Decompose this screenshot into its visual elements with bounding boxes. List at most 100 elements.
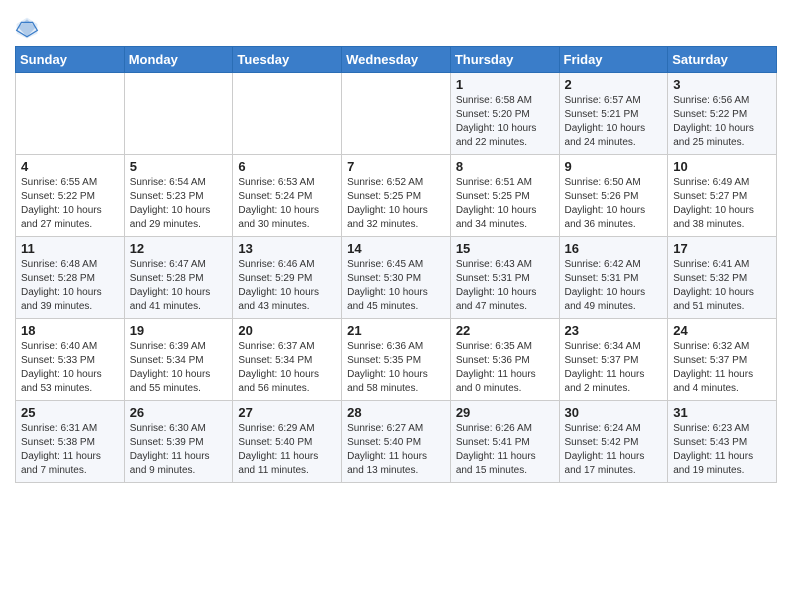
day-header-friday: Friday (559, 47, 668, 73)
day-number: 20 (238, 323, 336, 338)
logo (15, 16, 43, 40)
day-header-thursday: Thursday (450, 47, 559, 73)
day-cell: 12Sunrise: 6:47 AM Sunset: 5:28 PM Dayli… (124, 237, 233, 319)
week-row-2: 4Sunrise: 6:55 AM Sunset: 5:22 PM Daylig… (16, 155, 777, 237)
day-cell: 25Sunrise: 6:31 AM Sunset: 5:38 PM Dayli… (16, 401, 125, 483)
day-info: Sunrise: 6:32 AM Sunset: 5:37 PM Dayligh… (673, 340, 771, 396)
day-cell: 19 Sunrise: 6:39 AM Sunset: 5:34 PM Dayli… (124, 319, 233, 401)
day-number: 4 (21, 159, 119, 174)
day-info: Sunrise: 6:50 AM Sunset: 5:26 PM Dayligh… (565, 176, 663, 232)
day-cell: 18 Sunrise: 6:40 AM Sunset: 5:33 PM Dayli… (16, 319, 125, 401)
day-cell: 29 Sunrise: 6:26 AM Sunset: 5:41 PM Dayli… (450, 401, 559, 483)
day-number: 29 (456, 405, 554, 420)
day-number: 19 (130, 323, 228, 338)
day-info: Sunrise: 6:54 AM Sunset: 5:23 PM Dayligh… (130, 176, 228, 232)
day-number: 8 (456, 159, 554, 174)
day-header-saturday: Saturday (668, 47, 777, 73)
day-info: Sunrise: 6:23 AM Sunset: 5:43 PM Dayligh… (673, 422, 771, 478)
day-number: 22 (456, 323, 554, 338)
day-info: Sunrise: 6:31 AM Sunset: 5:38 PM Dayligh… (21, 422, 119, 478)
day-info: Sunrise: 6:29 AM Sunset: 5:40 PM Dayligh… (238, 422, 336, 478)
day-info: Sunrise: 6:36 AM Sunset: 5:35 PM Dayligh… (347, 340, 445, 396)
day-number: 17 (673, 241, 771, 256)
day-cell: 16 Sunrise: 6:42 AM Sunset: 5:31 PM Dayli… (559, 237, 668, 319)
week-row-3: 11Sunrise: 6:48 AM Sunset: 5:28 PM Dayli… (16, 237, 777, 319)
day-number: 30 (565, 405, 663, 420)
day-cell (342, 73, 451, 155)
day-cell: 26 Sunrise: 6:30 AM Sunset: 5:39 PM Dayli… (124, 401, 233, 483)
day-info: Sunrise: 6:27 AM Sunset: 5:40 PM Dayligh… (347, 422, 445, 478)
day-info: Sunrise: 6:43 AM Sunset: 5:31 PM Dayligh… (456, 258, 554, 314)
day-cell: 21 Sunrise: 6:36 AM Sunset: 5:35 PM Dayli… (342, 319, 451, 401)
day-info: Sunrise: 6:39 AM Sunset: 5:34 PM Dayligh… (130, 340, 228, 396)
day-number: 26 (130, 405, 228, 420)
day-number: 1 (456, 77, 554, 92)
day-info: Sunrise: 6:45 AM Sunset: 5:30 PM Dayligh… (347, 258, 445, 314)
day-info: Sunrise: 6:26 AM Sunset: 5:41 PM Dayligh… (456, 422, 554, 478)
day-cell: 13 Sunrise: 6:46 AM Sunset: 5:29 PM Dayli… (233, 237, 342, 319)
day-number: 9 (565, 159, 663, 174)
day-info: Sunrise: 6:35 AM Sunset: 5:36 PM Dayligh… (456, 340, 554, 396)
day-cell: 17 Sunrise: 6:41 AM Sunset: 5:32 PM Dayli… (668, 237, 777, 319)
day-cell: 6 Sunrise: 6:53 AM Sunset: 5:24 PM Daylig… (233, 155, 342, 237)
day-number: 10 (673, 159, 771, 174)
day-info: Sunrise: 6:56 AM Sunset: 5:22 PM Dayligh… (673, 94, 771, 150)
day-cell: 4Sunrise: 6:55 AM Sunset: 5:22 PM Daylig… (16, 155, 125, 237)
day-info: Sunrise: 6:46 AM Sunset: 5:29 PM Dayligh… (238, 258, 336, 314)
day-number: 28 (347, 405, 445, 420)
day-number: 31 (673, 405, 771, 420)
day-number: 27 (238, 405, 336, 420)
day-info: Sunrise: 6:42 AM Sunset: 5:31 PM Dayligh… (565, 258, 663, 314)
day-info: Sunrise: 6:52 AM Sunset: 5:25 PM Dayligh… (347, 176, 445, 232)
day-number: 13 (238, 241, 336, 256)
day-cell: 8Sunrise: 6:51 AM Sunset: 5:25 PM Daylig… (450, 155, 559, 237)
day-cell: 9 Sunrise: 6:50 AM Sunset: 5:26 PM Daylig… (559, 155, 668, 237)
week-row-5: 25Sunrise: 6:31 AM Sunset: 5:38 PM Dayli… (16, 401, 777, 483)
day-cell: 20 Sunrise: 6:37 AM Sunset: 5:34 PM Dayli… (233, 319, 342, 401)
day-info: Sunrise: 6:24 AM Sunset: 5:42 PM Dayligh… (565, 422, 663, 478)
day-number: 24 (673, 323, 771, 338)
day-cell: 27 Sunrise: 6:29 AM Sunset: 5:40 PM Dayli… (233, 401, 342, 483)
day-cell: 11Sunrise: 6:48 AM Sunset: 5:28 PM Dayli… (16, 237, 125, 319)
day-header-monday: Monday (124, 47, 233, 73)
day-info: Sunrise: 6:49 AM Sunset: 5:27 PM Dayligh… (673, 176, 771, 232)
day-header-wednesday: Wednesday (342, 47, 451, 73)
day-cell: 14 Sunrise: 6:45 AM Sunset: 5:30 PM Dayli… (342, 237, 451, 319)
day-cell: 7 Sunrise: 6:52 AM Sunset: 5:25 PM Daylig… (342, 155, 451, 237)
day-cell: 24 Sunrise: 6:32 AM Sunset: 5:37 PM Dayli… (668, 319, 777, 401)
day-info: Sunrise: 6:53 AM Sunset: 5:24 PM Dayligh… (238, 176, 336, 232)
day-header-sunday: Sunday (16, 47, 125, 73)
day-cell: 1Sunrise: 6:58 AM Sunset: 5:20 PM Daylig… (450, 73, 559, 155)
day-info: Sunrise: 6:41 AM Sunset: 5:32 PM Dayligh… (673, 258, 771, 314)
day-number: 16 (565, 241, 663, 256)
day-cell: 15Sunrise: 6:43 AM Sunset: 5:31 PM Dayli… (450, 237, 559, 319)
day-number: 23 (565, 323, 663, 338)
day-cell: 30 Sunrise: 6:24 AM Sunset: 5:42 PM Dayli… (559, 401, 668, 483)
day-info: Sunrise: 6:30 AM Sunset: 5:39 PM Dayligh… (130, 422, 228, 478)
day-info: Sunrise: 6:37 AM Sunset: 5:34 PM Dayligh… (238, 340, 336, 396)
day-info: Sunrise: 6:48 AM Sunset: 5:28 PM Dayligh… (21, 258, 119, 314)
calendar-body: 1Sunrise: 6:58 AM Sunset: 5:20 PM Daylig… (16, 73, 777, 483)
day-number: 14 (347, 241, 445, 256)
day-info: Sunrise: 6:57 AM Sunset: 5:21 PM Dayligh… (565, 94, 663, 150)
day-cell: 31 Sunrise: 6:23 AM Sunset: 5:43 PM Dayli… (668, 401, 777, 483)
day-info: Sunrise: 6:40 AM Sunset: 5:33 PM Dayligh… (21, 340, 119, 396)
day-number: 5 (130, 159, 228, 174)
day-info: Sunrise: 6:34 AM Sunset: 5:37 PM Dayligh… (565, 340, 663, 396)
day-number: 2 (565, 77, 663, 92)
day-cell: 5 Sunrise: 6:54 AM Sunset: 5:23 PM Daylig… (124, 155, 233, 237)
logo-icon (15, 16, 39, 40)
day-cell: 22 Sunrise: 6:35 AM Sunset: 5:36 PM Dayli… (450, 319, 559, 401)
day-cell (124, 73, 233, 155)
day-number: 18 (21, 323, 119, 338)
week-row-1: 1Sunrise: 6:58 AM Sunset: 5:20 PM Daylig… (16, 73, 777, 155)
day-number: 21 (347, 323, 445, 338)
day-number: 6 (238, 159, 336, 174)
day-header-tuesday: Tuesday (233, 47, 342, 73)
header (15, 10, 777, 40)
day-info: Sunrise: 6:47 AM Sunset: 5:28 PM Dayligh… (130, 258, 228, 314)
day-cell (233, 73, 342, 155)
day-cell: 23 Sunrise: 6:34 AM Sunset: 5:37 PM Dayli… (559, 319, 668, 401)
day-number: 7 (347, 159, 445, 174)
day-cell: 3Sunrise: 6:56 AM Sunset: 5:22 PM Daylig… (668, 73, 777, 155)
